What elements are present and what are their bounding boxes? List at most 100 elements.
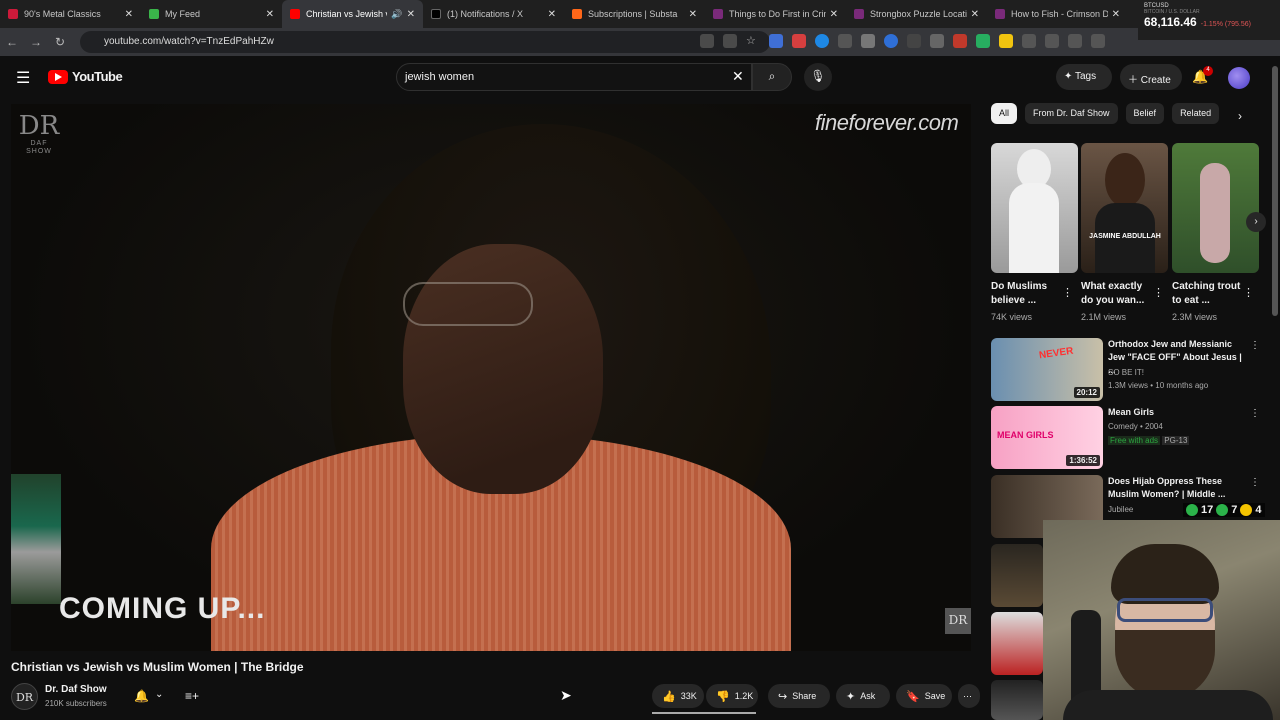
like-button[interactable]: 👍 33K bbox=[652, 684, 704, 708]
more-vertical-icon[interactable]: ⋮ bbox=[1250, 408, 1260, 419]
video-duration: 1:36:52 bbox=[1066, 455, 1100, 466]
extension-icon[interactable] bbox=[861, 34, 875, 48]
subscription-bell-icon[interactable]: 🔔 bbox=[134, 689, 149, 703]
more-actions-button[interactable]: ⋯ bbox=[958, 684, 980, 708]
video-channel[interactable]: Jubilee bbox=[1108, 505, 1133, 514]
channel-watermark-logo: DR DAF SHOW bbox=[17, 112, 61, 156]
puzzle-icon[interactable] bbox=[1022, 34, 1036, 48]
tab-title: (1) Notifications / X bbox=[447, 9, 524, 19]
video-title-link[interactable]: Does Hijab Oppress These Muslim Women? |… bbox=[1108, 475, 1246, 501]
close-tab-icon[interactable]: ✕ bbox=[830, 9, 838, 20]
chip-from-channel[interactable]: From Dr. Daf Show bbox=[1025, 103, 1118, 124]
extension-icon[interactable] bbox=[723, 34, 737, 48]
extension-icon[interactable] bbox=[769, 34, 783, 48]
close-tab-icon[interactable]: ✕ bbox=[1112, 9, 1120, 20]
browser-tab[interactable]: Things to Do First in Crim ✕ bbox=[705, 0, 846, 28]
history-icon[interactable] bbox=[1045, 34, 1059, 48]
browser-tab-active[interactable]: Christian vs Jewish vs 🔊 ✕ bbox=[282, 0, 423, 28]
extension-icon[interactable] bbox=[976, 34, 990, 48]
more-vertical-icon[interactable]: ⋮ bbox=[1250, 340, 1260, 351]
more-vertical-icon[interactable]: ⋮ bbox=[1243, 286, 1254, 299]
star-icon[interactable]: ☆ bbox=[746, 34, 760, 48]
more-vertical-icon[interactable]: ⋮ bbox=[1250, 477, 1260, 488]
short-title[interactable]: Catching trout to eat ... bbox=[1172, 280, 1242, 308]
page-scrollbar[interactable] bbox=[1272, 66, 1278, 316]
close-tab-icon[interactable]: ✕ bbox=[407, 9, 415, 20]
short-thumbnail[interactable] bbox=[1172, 143, 1259, 273]
browser-tab[interactable]: 90's Metal Classics ✕ bbox=[0, 0, 141, 28]
extension-icon[interactable] bbox=[838, 34, 852, 48]
webcam-overlay bbox=[1043, 520, 1280, 720]
chip-related[interactable]: Related bbox=[1172, 103, 1220, 124]
shorts-next-button[interactable]: › bbox=[1246, 212, 1266, 232]
clear-search-icon[interactable]: ✕ bbox=[732, 68, 744, 85]
url-field[interactable]: youtube.com/watch?v=TnzEdPahHZw bbox=[80, 31, 770, 53]
microphone-icon: 🎙 bbox=[810, 69, 826, 83]
short-thumbnail[interactable] bbox=[991, 143, 1078, 273]
extension-icon[interactable] bbox=[930, 34, 944, 48]
video-player[interactable]: DR DAF SHOW fineforever.com COMING UP... … bbox=[11, 104, 971, 651]
video-channel[interactable]: SO BE IT! bbox=[1108, 368, 1144, 377]
ask-button[interactable]: ✦ Ask bbox=[836, 684, 890, 708]
video-thumbnail[interactable]: NEVER 20:12 bbox=[991, 338, 1103, 401]
browser-tab[interactable]: Subscriptions | Substa ✕ bbox=[564, 0, 705, 28]
close-tab-icon[interactable]: ✕ bbox=[689, 9, 697, 20]
video-thumbnail[interactable] bbox=[991, 544, 1043, 607]
hamburger-menu-icon[interactable]: ☰ bbox=[16, 68, 30, 88]
search-input[interactable]: jewish women bbox=[396, 63, 752, 91]
ticker-change: -1.15% (795.56) bbox=[1200, 21, 1251, 28]
video-thumbnail[interactable] bbox=[991, 612, 1043, 675]
video-title: Christian vs Jewish vs Muslim Women | Th… bbox=[11, 660, 304, 674]
browser-tab[interactable]: My Feed ✕ bbox=[141, 0, 282, 28]
watermark-logo-sub: DAF SHOW bbox=[26, 140, 52, 155]
close-tab-icon[interactable]: ✕ bbox=[971, 9, 979, 20]
video-title-link[interactable]: Mean Girls bbox=[1108, 406, 1246, 419]
reload-icon[interactable]: ↻ bbox=[48, 35, 72, 49]
extension-icon[interactable] bbox=[999, 34, 1013, 48]
extension-icon[interactable] bbox=[815, 34, 829, 48]
browser-tab[interactable]: (1) Notifications / X ✕ bbox=[423, 0, 564, 28]
video-thumbnail[interactable] bbox=[991, 680, 1043, 720]
chip-belief[interactable]: Belief bbox=[1125, 103, 1165, 124]
close-tab-icon[interactable]: ✕ bbox=[125, 9, 133, 20]
tags-button[interactable]: ✦ Tags bbox=[1056, 64, 1112, 90]
close-tab-icon[interactable]: ✕ bbox=[548, 9, 556, 20]
browser-tab[interactable]: Strongbox Puzzle Location ✕ bbox=[846, 0, 987, 28]
chevron-right-icon[interactable]: › bbox=[1238, 109, 1242, 123]
save-button[interactable]: 🔖 Save bbox=[896, 684, 952, 708]
more-vertical-icon[interactable]: ⋮ bbox=[1153, 286, 1164, 299]
webcam-glasses bbox=[1117, 598, 1213, 622]
close-tab-icon[interactable]: ✕ bbox=[266, 9, 274, 20]
short-title[interactable]: Do Muslims believe ... bbox=[991, 280, 1061, 308]
extension-icon[interactable] bbox=[953, 34, 967, 48]
voice-search-button[interactable]: 🎙 bbox=[804, 63, 832, 91]
forward-icon[interactable]: → bbox=[24, 35, 48, 49]
short-title[interactable]: What exactly do you wan... bbox=[1081, 280, 1151, 308]
chevron-down-icon[interactable]: ⌄ bbox=[155, 689, 163, 700]
extension-icon[interactable] bbox=[907, 34, 921, 48]
channel-avatar[interactable]: DR bbox=[11, 683, 38, 710]
dislike-button[interactable]: 👎 1.2K bbox=[706, 684, 758, 708]
video-thumbnail[interactable]: MEAN GIRLS 1:36:52 bbox=[991, 406, 1103, 469]
corner-channel-logo[interactable]: DR bbox=[945, 608, 971, 634]
more-vertical-icon[interactable]: ⋮ bbox=[1062, 286, 1073, 299]
extension-icon[interactable] bbox=[1068, 34, 1082, 48]
counter-value: 4 bbox=[1255, 504, 1262, 516]
code-icon[interactable] bbox=[1091, 34, 1105, 48]
back-icon[interactable]: ← bbox=[0, 35, 24, 49]
extension-icon[interactable] bbox=[792, 34, 806, 48]
browser-tab[interactable]: How to Fish - Crimson De ✕ bbox=[987, 0, 1128, 28]
short-thumbnail[interactable]: JASMINE ABDULLAH bbox=[1081, 143, 1168, 273]
account-avatar[interactable] bbox=[1228, 67, 1250, 89]
channel-name[interactable]: Dr. Daf Show bbox=[45, 684, 107, 695]
create-button[interactable]: ＋ Create bbox=[1120, 64, 1182, 90]
speaker-icon[interactable]: 🔊 bbox=[391, 9, 402, 20]
share-button[interactable]: ↪ Share bbox=[768, 684, 830, 708]
chip-all[interactable]: All bbox=[991, 103, 1018, 124]
search-button[interactable]: ⌕ bbox=[752, 63, 792, 91]
extension-icon[interactable] bbox=[700, 34, 714, 48]
extension-icon[interactable] bbox=[884, 34, 898, 48]
add-to-playlist-icon[interactable]: ≡+ bbox=[185, 689, 199, 703]
tab-favicon-icon bbox=[290, 9, 300, 19]
youtube-logo[interactable]: YouTube bbox=[48, 69, 123, 84]
